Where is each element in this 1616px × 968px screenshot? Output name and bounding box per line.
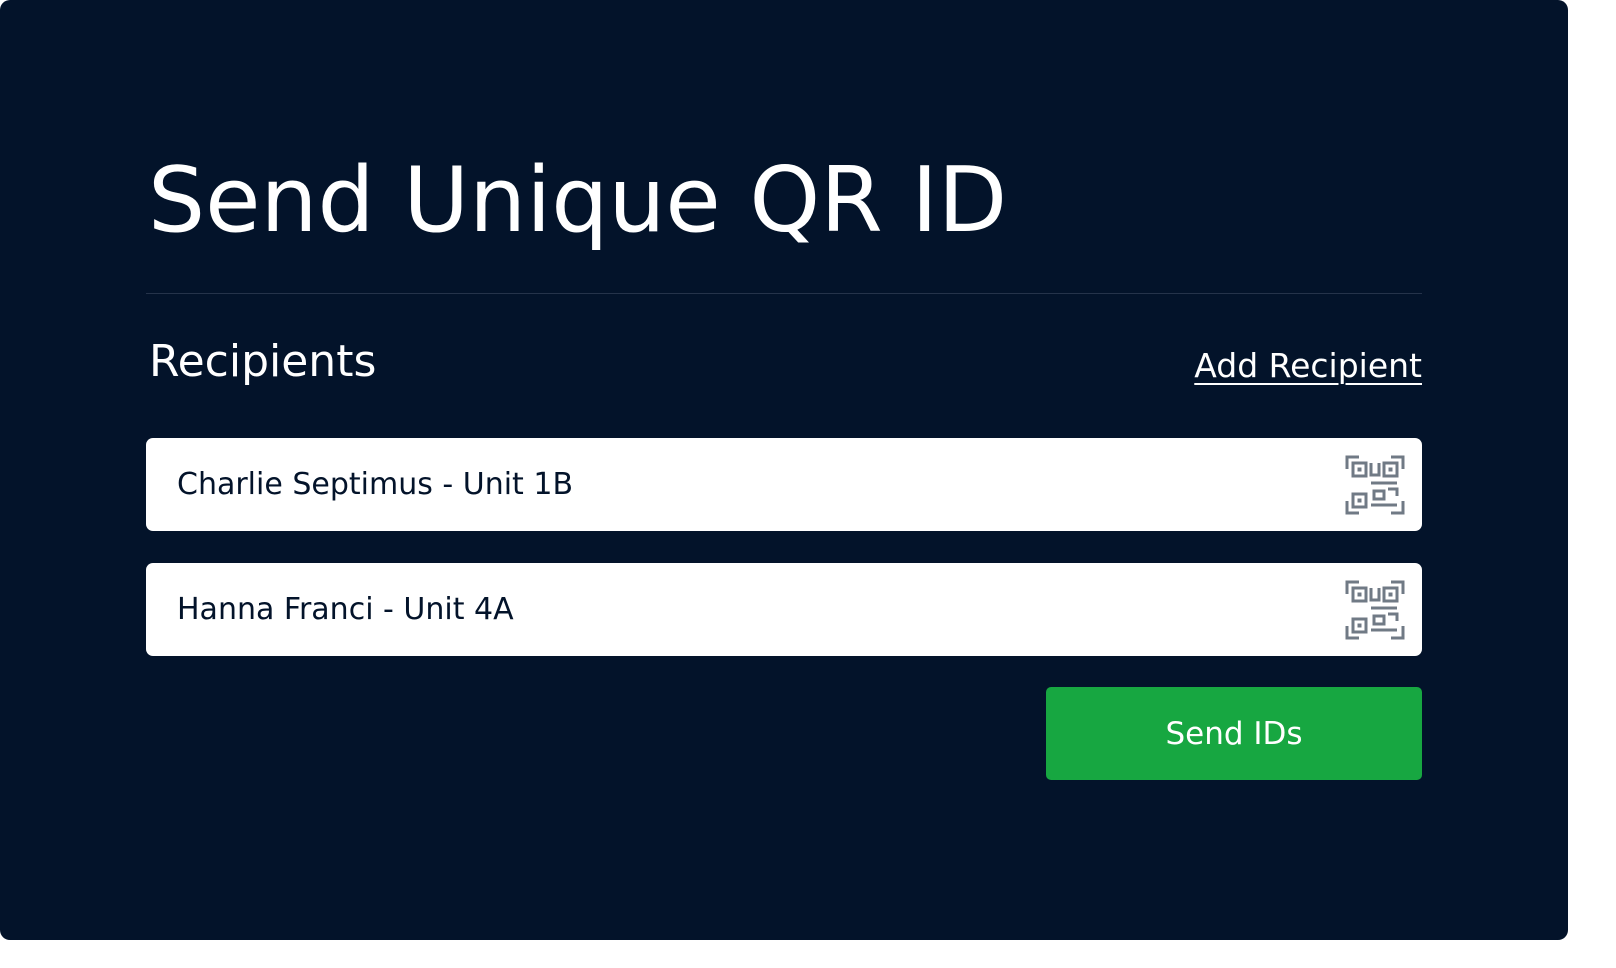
send-qr-panel: Send Unique QR ID Recipients Add Recipie… bbox=[0, 0, 1568, 940]
title-divider bbox=[146, 293, 1422, 294]
recipient-row[interactable]: Hanna Franci - Unit 4A bbox=[146, 563, 1422, 656]
add-recipient-link[interactable]: Add Recipient bbox=[1194, 344, 1422, 388]
recipient-label: Hanna Franci - Unit 4A bbox=[177, 592, 514, 627]
recipients-heading: Recipients bbox=[149, 336, 377, 387]
recipient-row[interactable]: Charlie Septimus - Unit 1B bbox=[146, 438, 1422, 531]
qr-code-icon[interactable] bbox=[1345, 455, 1405, 515]
send-ids-button[interactable]: Send IDs bbox=[1046, 687, 1422, 780]
recipient-label: Charlie Septimus - Unit 1B bbox=[177, 467, 574, 502]
page-title: Send Unique QR ID bbox=[148, 148, 1008, 253]
qr-code-icon[interactable] bbox=[1345, 580, 1405, 640]
